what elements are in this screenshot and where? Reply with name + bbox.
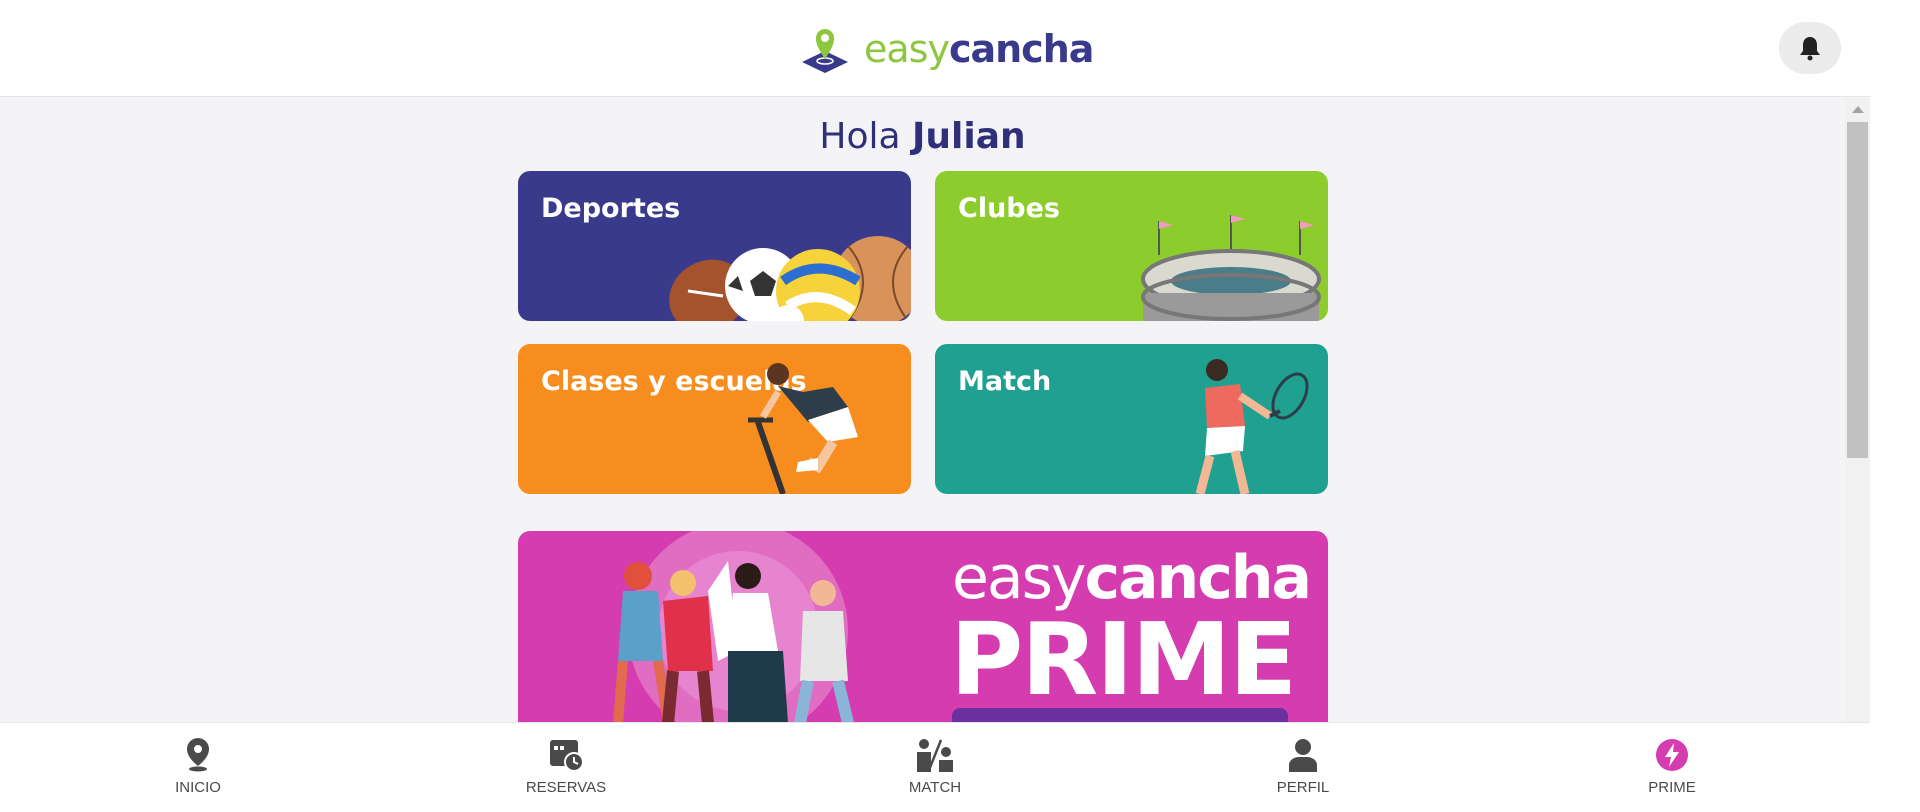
nav-prime[interactable]: PRIME [1592, 723, 1752, 812]
user-profile-icon [1289, 739, 1317, 772]
clubes-card[interactable]: Clubes [935, 171, 1328, 321]
nav-prime-label: PRIME [1648, 779, 1696, 796]
clases-card[interactable]: Clases y escuelas [518, 344, 911, 494]
deportes-card[interactable]: Deportes [518, 171, 911, 321]
notifications-button[interactable] [1779, 22, 1841, 74]
nav-inicio-label: INICIO [175, 779, 221, 796]
clubes-card-title: Clubes [958, 193, 1061, 224]
location-pin-icon [187, 738, 209, 772]
match-card-title: Match [958, 366, 1052, 397]
nav-inicio[interactable]: INICIO [118, 723, 278, 812]
easycancha-logo[interactable]: easycancha [800, 24, 1094, 74]
nav-perfil[interactable]: PERFIL [1223, 723, 1383, 812]
prime-banner[interactable]: easycancha PRIME [518, 531, 1328, 723]
nav-perfil-label: PERFIL [1276, 779, 1330, 796]
window-edge [1870, 0, 1920, 812]
nav-match-label: MATCH [908, 779, 962, 796]
bottom-navigation: INICIO RESERVAS MATCH PERFIL PRIME [0, 722, 1870, 812]
deportes-card-title: Deportes [541, 193, 681, 224]
page-scrollbar[interactable] [1845, 98, 1870, 812]
cyclist-icon [748, 363, 858, 494]
stadium-icon [1141, 215, 1321, 321]
scrollbar-thumb[interactable] [1847, 122, 1868, 458]
bell-icon [1800, 37, 1820, 61]
calendar-clock-icon [550, 740, 584, 772]
players-match-icon [917, 739, 953, 772]
nav-reservas-label: RESERVAS [525, 779, 607, 796]
nav-reservas[interactable]: RESERVAS [486, 723, 646, 812]
match-card[interactable]: Match [935, 344, 1328, 494]
friends-celebrating-illustration [613, 531, 854, 723]
app-header: easycancha [0, 0, 1870, 97]
nav-match[interactable]: MATCH [855, 723, 1015, 812]
greeting-name: Julian [912, 116, 1026, 157]
prime-word: PRIME [950, 601, 1297, 718]
logo-cancha-text: cancha [948, 27, 1094, 71]
prime-cta-button[interactable] [952, 708, 1288, 723]
greeting: Hola Julian [0, 116, 1845, 157]
scroll-up-arrow-icon[interactable] [1852, 106, 1864, 113]
greeting-hello: Hola [819, 116, 901, 157]
sports-balls-icon [669, 236, 911, 321]
tennis-player-icon [1195, 359, 1309, 494]
location-pin-logo-icon [802, 29, 848, 73]
logo-easy-text: easy [864, 27, 950, 71]
prime-bolt-icon [1656, 739, 1688, 771]
